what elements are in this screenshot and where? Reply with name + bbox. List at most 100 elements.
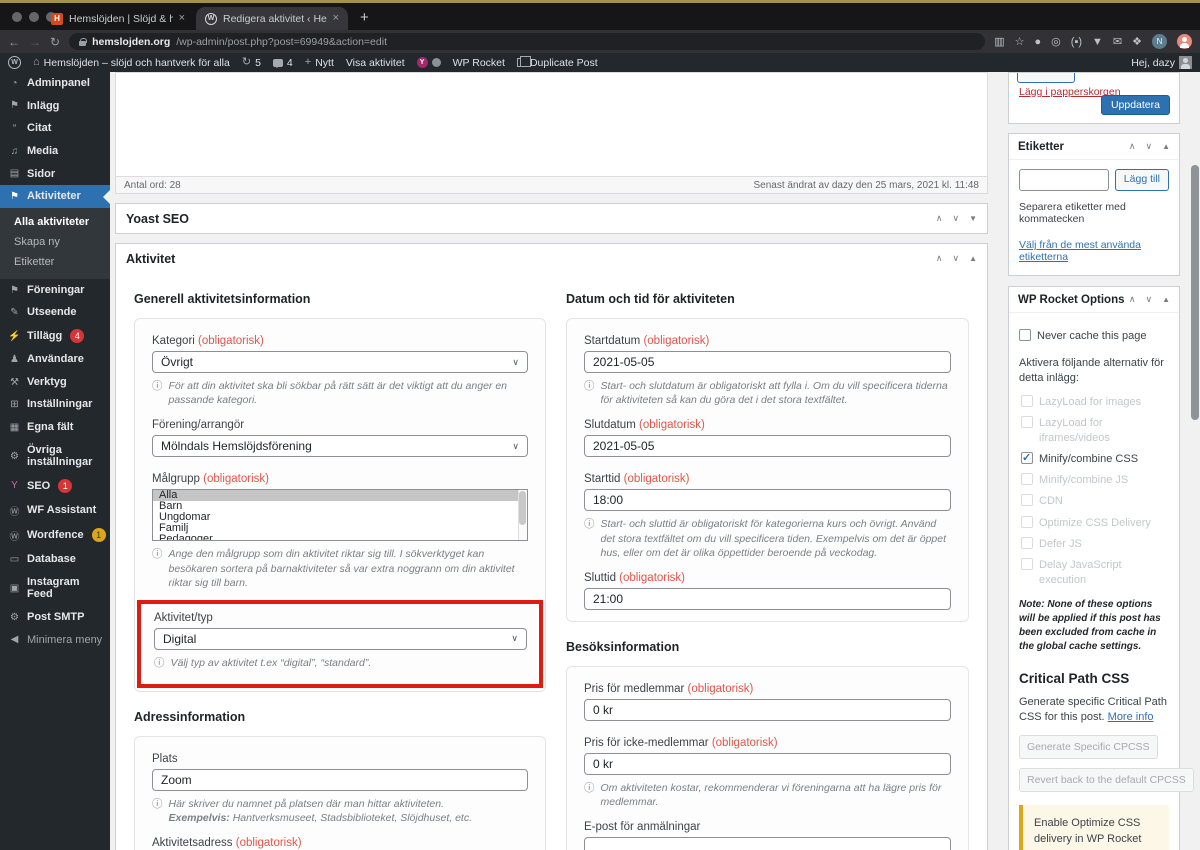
sidebar-item-database[interactable]: ▭Database — [0, 548, 110, 571]
move-down-icon[interactable]: ∨ — [1145, 141, 1152, 152]
audience-option-ungdomar[interactable]: Ungdomar — [153, 512, 527, 523]
sidebar-item-tillagg[interactable]: ⚡Tillägg4 — [0, 324, 110, 348]
new-tab-button[interactable]: + — [360, 9, 369, 26]
sidebar-item-seo[interactable]: YSEO1 — [0, 474, 110, 498]
move-up-icon[interactable]: ∧ — [1129, 294, 1136, 305]
preview-button-partial[interactable] — [1017, 73, 1075, 83]
nonmember-price-input[interactable] — [584, 753, 951, 775]
move-up-icon[interactable]: ∧ — [936, 213, 943, 224]
start-time-input[interactable] — [584, 489, 951, 511]
toggle-panel-icon[interactable]: ▲ — [1162, 142, 1170, 151]
admin-bar-site-name[interactable]: ⌂ Hemslöjden – slöjd och hantverk för al… — [33, 57, 230, 69]
extension-mail-icon[interactable]: ✉ — [1113, 35, 1122, 48]
email-input[interactable] — [584, 837, 951, 850]
extension-v-icon[interactable]: ▼ — [1092, 36, 1103, 48]
sidebar-item-ovriga-installningar[interactable]: ⚙Övriga inställningar — [0, 439, 110, 474]
extension-pin-icon[interactable]: ● — [1035, 36, 1042, 48]
admin-bar-updates[interactable]: ↻ 5 — [242, 57, 261, 69]
audience-option-alla[interactable]: Alla — [153, 490, 527, 501]
move-down-icon[interactable]: ∨ — [952, 253, 959, 264]
sidebar-item-wf-assistant[interactable]: ⓌWF Assistant — [0, 498, 110, 523]
toggle-panel-icon[interactable]: ▲ — [1162, 295, 1170, 304]
activity-type-select[interactable]: Digital ∨ — [154, 628, 527, 650]
move-up-icon[interactable]: ∧ — [936, 253, 943, 264]
wordpress-logo-icon[interactable]: W — [8, 56, 21, 69]
sidebar-item-anvandare[interactable]: ♟Användare — [0, 348, 110, 371]
close-tab-icon[interactable]: × — [333, 13, 339, 24]
browser-tab-edit-activity[interactable]: W Redigera aktivitet ‹ Hemslöjden × — [196, 7, 348, 30]
end-date-input[interactable] — [584, 435, 951, 457]
extension-circle-icon[interactable]: ◎ — [1051, 35, 1061, 48]
sidebar-item-adminpanel[interactable]: ◔Adminpanel — [0, 72, 110, 95]
forward-icon[interactable]: → — [29, 35, 41, 49]
move-down-icon[interactable]: ∨ — [1145, 294, 1152, 305]
admin-bar-view-activity[interactable]: Visa aktivitet — [346, 57, 405, 69]
never-cache-checkbox[interactable] — [1019, 329, 1031, 341]
browser-profile-avatar[interactable] — [1177, 34, 1192, 49]
sidebar-item-egna-falt[interactable]: ▦Egna fält — [0, 416, 110, 439]
add-tag-button[interactable]: Lägg till — [1115, 169, 1169, 191]
toggle-panel-icon[interactable]: ▼ — [969, 214, 977, 223]
category-select[interactable]: Övrigt ∨ — [152, 351, 528, 373]
end-time-input[interactable] — [584, 588, 951, 610]
sidebar-item-installningar[interactable]: ⊞Inställningar — [0, 393, 110, 416]
sidebar-item-media[interactable]: ♫Media — [0, 140, 110, 163]
admin-bar-new[interactable]: + Nytt — [305, 57, 334, 69]
audience-listbox[interactable]: Alla Barn Ungdomar Familj Pedagoger — [152, 489, 528, 541]
sidebar-item-utseende[interactable]: ✎Utseende — [0, 301, 110, 324]
admin-bar-comments[interactable]: 4 — [273, 57, 293, 69]
sidebar-item-inlagg[interactable]: ⚑Inlägg — [0, 95, 110, 118]
admin-bar-wp-rocket[interactable]: WP Rocket — [453, 57, 505, 69]
back-icon[interactable]: ← — [8, 35, 20, 49]
tags-box-header[interactable]: Etiketter ∧ ∨ ▲ — [1009, 134, 1179, 160]
organizer-select[interactable]: Mölndals Hemslöjdsförening ∨ — [152, 435, 528, 457]
move-up-icon[interactable]: ∧ — [1129, 141, 1136, 152]
reload-icon[interactable]: ↻ — [50, 35, 60, 49]
listbox-scrollbar[interactable] — [518, 490, 527, 540]
update-button[interactable]: Uppdatera — [1101, 95, 1170, 115]
bookmark-star-icon[interactable]: ☆ — [1015, 35, 1025, 48]
new-tag-input[interactable] — [1019, 169, 1109, 191]
activity-panel-header[interactable]: Aktivitet ∧ ∨ ▲ — [116, 244, 987, 273]
extension-w-icon[interactable]: (▪) — [1071, 36, 1082, 48]
member-price-input[interactable] — [584, 699, 951, 721]
page-scrollbar[interactable] — [1191, 165, 1199, 420]
sidebar-item-wordfence[interactable]: ⓌWordfence1 — [0, 523, 110, 548]
sidebar-item-sidor[interactable]: ▤Sidor — [0, 163, 110, 186]
more-info-link[interactable]: More info — [1108, 711, 1154, 723]
sidebar-item-citat[interactable]: “Citat — [0, 117, 110, 140]
sidebar-item-foreningar[interactable]: ⚑Föreningar — [0, 279, 110, 302]
wp-rocket-note: Note: None of these options will be appl… — [1019, 598, 1169, 654]
post-content-editor[interactable]: Antal ord: 28 Senast ändrat av dazy den … — [115, 72, 988, 194]
place-input[interactable] — [152, 769, 528, 791]
sidebar-item-verktyg[interactable]: ⚒Verktyg — [0, 371, 110, 394]
url-path: /wp-admin/post.php?post=69949&action=edi… — [176, 36, 387, 48]
admin-bar-yoast[interactable]: Y — [417, 57, 441, 68]
sidebar-item-minimera-meny[interactable]: ◀Minimera meny — [0, 629, 110, 652]
submenu-item-skapa-ny[interactable]: Skapa ny — [0, 232, 110, 252]
admin-bar-account[interactable]: Hej, dazy — [1131, 56, 1192, 69]
move-down-icon[interactable]: ∨ — [952, 213, 959, 224]
admin-bar-duplicate-post[interactable]: Duplicate Post — [517, 57, 598, 69]
close-tab-icon[interactable]: × — [179, 13, 185, 24]
yoast-seo-panel-header[interactable]: Yoast SEO ∧ ∨ ▼ — [116, 204, 987, 233]
checkbox-checked[interactable] — [1021, 452, 1033, 464]
extensions-puzzle-icon[interactable]: ❖ — [1132, 35, 1142, 48]
profile-avatar-n[interactable]: N — [1152, 34, 1167, 49]
submenu-item-etiketter[interactable]: Etiketter — [0, 252, 110, 272]
window-minimize-button[interactable] — [29, 12, 39, 22]
browser-tab-hemslojden[interactable]: H Hemslöjden | Slöjd & hantverk × — [42, 7, 194, 30]
translate-icon[interactable]: ▥ — [994, 35, 1004, 48]
choose-tags-link[interactable]: Välj från de mest använda etiketterna — [1019, 239, 1169, 263]
sidebar-item-aktiviteter[interactable]: ⚑Aktiviteter — [0, 185, 110, 208]
address-bar[interactable]: hemslojden.org /wp-admin/post.php?post=6… — [69, 33, 985, 50]
audience-option-pedagoger[interactable]: Pedagoger — [153, 534, 527, 542]
start-date-input[interactable] — [584, 351, 951, 373]
audience-option-familj[interactable]: Familj — [153, 523, 527, 534]
window-close-button[interactable] — [12, 12, 22, 22]
toggle-panel-icon[interactable]: ▲ — [969, 254, 977, 263]
wp-rocket-box-header[interactable]: WP Rocket Options ∧ ∨ ▲ — [1009, 287, 1179, 313]
submenu-item-alla-aktiviteter[interactable]: Alla aktiviteter — [0, 212, 110, 232]
sidebar-item-post-smtp[interactable]: ⚙Post SMTP — [0, 606, 110, 629]
sidebar-item-instagram-feed[interactable]: ▣Instagram Feed — [0, 571, 110, 606]
